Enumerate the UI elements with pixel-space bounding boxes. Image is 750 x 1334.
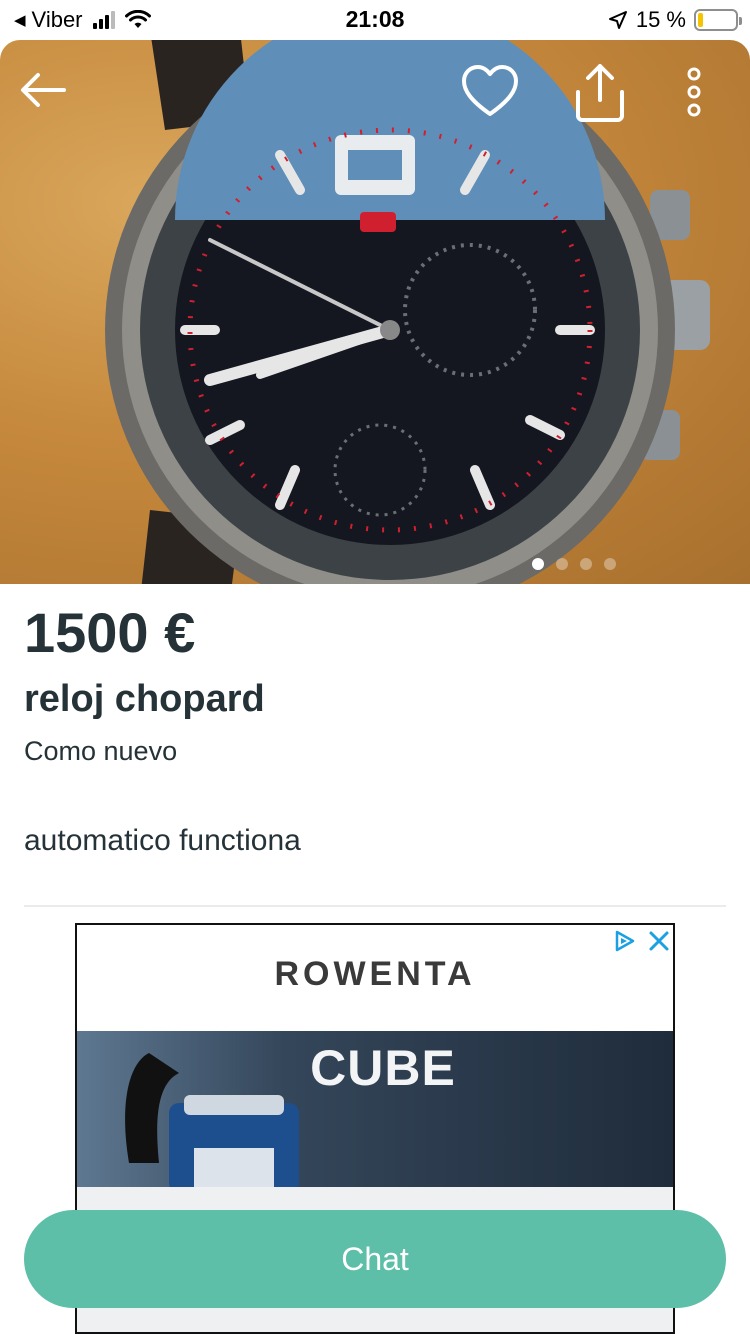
listing-price: 1500 €	[24, 601, 196, 664]
ad-header: ROWENTA	[77, 925, 673, 1031]
status-bar: ◀ Viber 21:08 15 %	[0, 0, 750, 40]
heart-icon	[462, 65, 518, 116]
chat-button[interactable]: Chat	[24, 1210, 726, 1308]
listing-title: reloj chopard	[24, 678, 265, 720]
carousel-dot[interactable]	[580, 558, 592, 570]
battery-fill	[698, 13, 704, 27]
ad-brand-logo: ROWENTA	[274, 955, 476, 993]
carousel-dot[interactable]	[556, 558, 568, 570]
status-right: 15 %	[608, 7, 742, 33]
close-icon[interactable]	[647, 929, 671, 953]
carousel-dot[interactable]	[604, 558, 616, 570]
product-photo-carousel[interactable]	[0, 40, 750, 584]
location-arrow-icon	[608, 11, 627, 29]
back-arrow-icon	[21, 73, 66, 107]
more-options-button[interactable]	[686, 66, 722, 132]
battery-icon	[694, 9, 742, 31]
carousel-dot[interactable]	[532, 558, 544, 570]
carousel-indicator	[532, 558, 616, 570]
share-button[interactable]	[574, 62, 640, 130]
adchoices-icon[interactable]	[613, 929, 637, 953]
listing-description: automatico functiona	[24, 824, 301, 857]
ad-product-name: CUBE	[310, 1040, 456, 1096]
listing-condition: Como nuevo	[24, 736, 178, 766]
share-icon	[576, 64, 624, 122]
back-button[interactable]	[18, 70, 78, 120]
battery-percent: 15 %	[635, 7, 686, 32]
favorite-button[interactable]	[460, 64, 530, 128]
divider	[24, 905, 726, 907]
more-vertical-icon	[687, 67, 701, 117]
